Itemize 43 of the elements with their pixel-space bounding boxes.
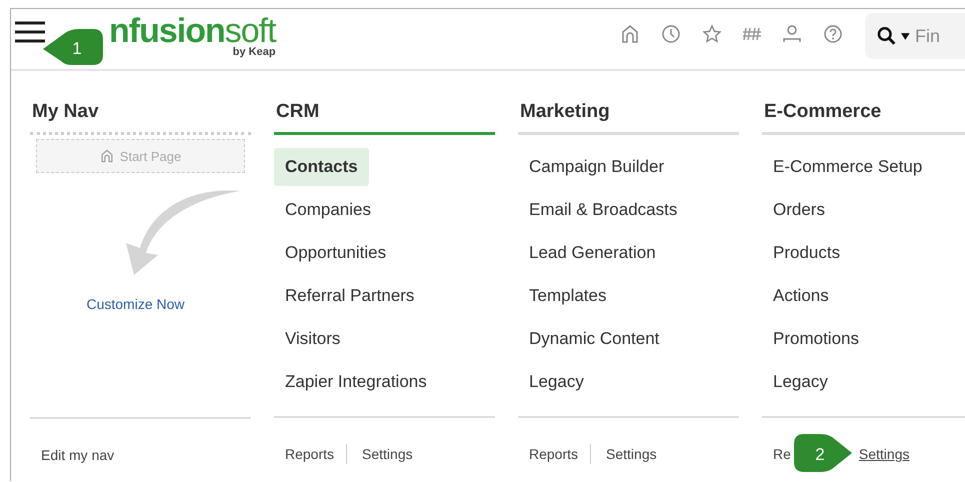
- menu-item[interactable]: Campaign Builder: [518, 148, 676, 186]
- menu-item[interactable]: Legacy: [518, 363, 595, 401]
- menu-item[interactable]: Promotions: [762, 320, 870, 358]
- menu-item[interactable]: Products: [762, 234, 852, 272]
- menu-item[interactable]: Email & Broadcasts: [518, 191, 688, 229]
- footer-link[interactable]: Re: [773, 446, 791, 462]
- column-heading: My Nav: [30, 97, 251, 135]
- footer-link[interactable]: Settings: [362, 446, 413, 462]
- menu-item[interactable]: Opportunities: [274, 234, 398, 272]
- footer-link[interactable]: Settings: [606, 446, 657, 462]
- menu-item[interactable]: Templates: [518, 277, 618, 315]
- logo-byline: by Keap: [232, 46, 276, 58]
- menu-item[interactable]: Legacy: [762, 363, 839, 401]
- clock-icon[interactable]: [661, 24, 681, 44]
- footer-link[interactable]: Settings: [858, 446, 910, 462]
- menu-item[interactable]: Orders: [762, 191, 836, 229]
- home-icon: [100, 149, 114, 163]
- menu-item[interactable]: Actions: [762, 277, 840, 315]
- user-icon[interactable]: [782, 24, 802, 44]
- column-heading[interactable]: E-Commerce: [762, 97, 965, 135]
- apps-icon[interactable]: [743, 26, 761, 42]
- menu-item[interactable]: Companies: [274, 191, 382, 229]
- help-icon[interactable]: [823, 24, 843, 44]
- menu-item[interactable]: Contacts: [274, 148, 369, 186]
- home-icon[interactable]: [620, 24, 640, 44]
- search-field[interactable]: Fin: [915, 26, 965, 46]
- menu-item[interactable]: Referral Partners: [274, 277, 426, 315]
- menu-item[interactable]: E-Commerce Setup: [762, 148, 934, 186]
- column-heading[interactable]: CRM: [274, 97, 495, 135]
- menu-item[interactable]: Dynamic Content: [518, 320, 670, 358]
- menu-icon[interactable]: [14, 21, 46, 43]
- column-heading[interactable]: Marketing: [518, 97, 739, 135]
- menu-item[interactable]: Visitors: [274, 320, 352, 358]
- footer-link[interactable]: Reports: [529, 446, 578, 462]
- menu-item[interactable]: Zapier Integrations: [274, 363, 438, 401]
- search-icon[interactable]: [877, 26, 896, 46]
- caret-icon[interactable]: [901, 32, 910, 40]
- logo[interactable]: nfusionsoft: [109, 14, 276, 48]
- menu-item[interactable]: Lead Generation: [518, 234, 667, 272]
- footer-link[interactable]: Edit my nav: [41, 447, 114, 463]
- star-icon[interactable]: [702, 24, 722, 44]
- customize-link[interactable]: Customize Now: [86, 296, 185, 312]
- footer-link[interactable]: Reports: [285, 446, 334, 462]
